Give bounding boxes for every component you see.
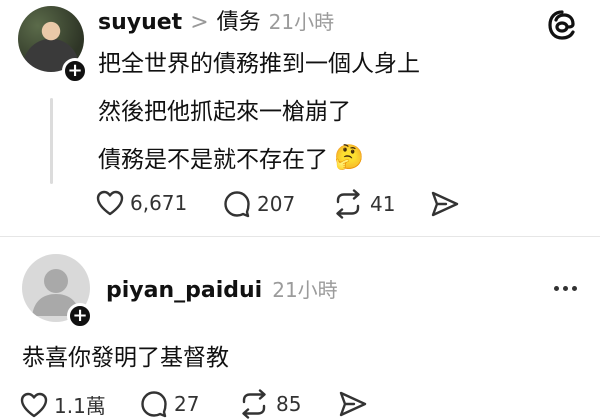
like-button[interactable]: 1.1萬	[20, 390, 106, 419]
repost-icon	[242, 389, 266, 419]
send-icon	[339, 391, 367, 417]
like-count: 6,671	[130, 191, 188, 215]
plus-symbol: +	[72, 305, 88, 326]
heart-icon	[96, 190, 124, 216]
speech-bubble-icon	[141, 391, 167, 418]
post-text-line: 把全世界的債務推到一個人身上	[98, 51, 420, 77]
repost-count: 85	[276, 392, 302, 416]
like-count: 1.1萬	[54, 394, 106, 418]
reply-count: 27	[174, 392, 200, 416]
repost-icon	[336, 189, 360, 219]
post-text-line: 然後把他抓起來一槍崩了	[98, 99, 351, 125]
post-text-line: 債務是不是就不存在了	[98, 147, 328, 173]
plus-symbol: +	[67, 60, 83, 81]
reply-text: 恭喜你發明了基督教	[22, 345, 229, 371]
divider	[0, 236, 600, 237]
reply-button[interactable]: 207	[223, 190, 295, 218]
like-button[interactable]: 6,671	[96, 190, 187, 216]
reply-count: 207	[257, 192, 296, 216]
thread-connector-line	[50, 98, 53, 184]
follow-plus-icon[interactable]: +	[62, 58, 88, 84]
post-header: suyuet > 債务 21小時	[98, 4, 334, 36]
repost-button[interactable]: 85	[238, 389, 301, 419]
heart-icon	[20, 392, 48, 417]
timestamp: 21小時	[272, 278, 338, 302]
speech-bubble-icon	[224, 191, 250, 218]
reply-header: piyan_paidui 21小時	[106, 274, 338, 303]
thinking-face-emoji: 🤔	[334, 143, 364, 171]
repost-button[interactable]: 41	[332, 189, 395, 219]
threads-logo-icon[interactable]	[545, 8, 579, 46]
repost-count: 41	[370, 192, 396, 216]
send-icon	[431, 191, 459, 217]
username[interactable]: suyuet	[98, 10, 182, 35]
timestamp: 21小時	[268, 10, 335, 34]
username[interactable]: piyan_paidui	[106, 278, 262, 303]
share-button[interactable]	[430, 190, 460, 218]
share-button[interactable]	[338, 390, 368, 418]
topic-tag[interactable]: 債务	[217, 4, 261, 36]
post-text-line-row: 債務是不是就不存在了 🤔	[98, 140, 364, 174]
chevron-right-icon: >	[190, 10, 209, 35]
reply-button[interactable]: 27	[140, 390, 199, 418]
more-horizontal-icon[interactable]	[554, 286, 577, 291]
follow-plus-icon[interactable]: +	[67, 303, 93, 329]
